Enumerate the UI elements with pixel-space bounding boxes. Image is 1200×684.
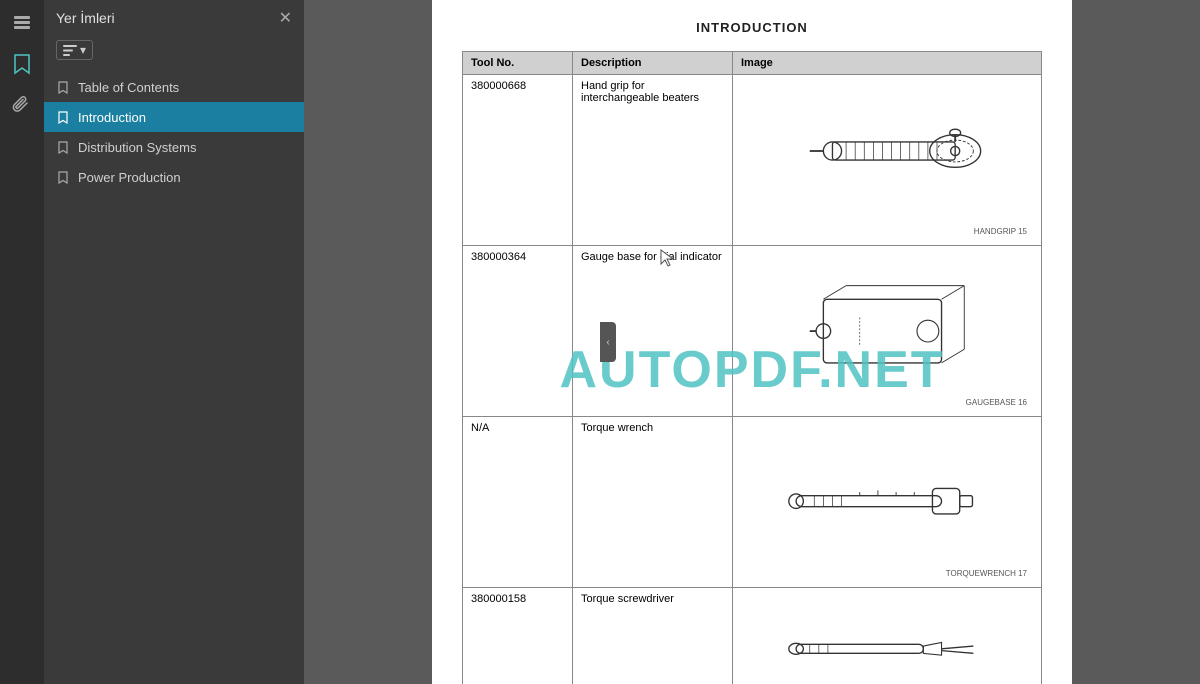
bookmark-intro-icon [56,109,70,125]
bookmark-power-icon [56,169,70,185]
left-toolbar [0,0,44,684]
bookmarks-list: Table of Contents Introduction Distribut… [44,68,304,196]
tool-image-handgrip: HANDGRIP 15 [741,80,1033,240]
image-label-gaugebase: GAUGEBASE 16 [966,398,1027,407]
tool-no-cell: 380000364 [463,246,573,417]
bookmark-toc-label: Table of Contents [78,80,179,95]
col-header-tool-no: Tool No. [463,52,573,75]
image-cell: TORQUEWRENCH 17 [733,417,1042,588]
bookmark-intro-label: Introduction [78,110,146,125]
bookmark-power-label: Power Production [78,170,181,185]
tools-table: Tool No. Description Image 380000668 Han… [462,51,1042,684]
tool-no-cell: 380000668 [463,75,573,246]
tool-image-torquescrewdriver [741,593,1033,684]
col-header-image: Image [733,52,1042,75]
attachment-icon[interactable] [10,94,34,118]
tool-image-gaugebase: GAUGEBASE 16 [741,251,1033,411]
image-cell [733,588,1042,684]
bookmark-panel-icon[interactable] [10,52,34,76]
bookmark-dist-icon [56,139,70,155]
main-content-area: ‹ INTRODUCTION Tool No. Description Imag… [304,0,1200,684]
table-row: N/A Torque wrench [463,417,1042,588]
bookmark-distribution-label: Distribution Systems [78,140,196,155]
layers-icon[interactable] [10,10,34,34]
tool-no-cell: N/A [463,417,573,588]
tool-image-torquewrench: TORQUEWRENCH 17 [741,422,1033,582]
bookmark-item-power[interactable]: Power Production [44,162,304,192]
image-cell: HANDGRIP 15 [733,75,1042,246]
bookmarks-close-button[interactable]: ✕ [279,8,292,28]
panel-collapse-button[interactable]: ‹ [600,322,616,362]
image-label-handgrip: HANDGRIP 15 [974,227,1027,236]
col-header-description: Description [573,52,733,75]
bookmark-item-distribution[interactable]: Distribution Systems [44,132,304,162]
image-label-torquewrench: TORQUEWRENCH 17 [946,569,1027,578]
bookmark-item-introduction[interactable]: Introduction [44,102,304,132]
description-cell: Torque wrench [573,417,733,588]
description-cell: Torque screwdriver [573,588,733,684]
table-row: 380000668 Hand grip for interchangeable … [463,75,1042,246]
table-row: 380000364 Gauge base for dial indicator [463,246,1042,417]
bookmarks-panel: Yer İmleri ✕ ▾ Table of Contents [44,0,304,684]
bookmark-item-toc[interactable]: Table of Contents [44,72,304,102]
pdf-page: INTRODUCTION Tool No. Description Image … [432,0,1072,684]
image-cell: GAUGEBASE 16 [733,246,1042,417]
bookmarks-toolbar: ▾ [44,36,304,68]
table-row: 380000158 Torque screwdriver [463,588,1042,684]
description-cell: Gauge base for dial indicator [573,246,733,417]
description-cell: Hand grip for interchangeable beaters [573,75,733,246]
bookmarks-header: Yer İmleri ✕ [44,0,304,36]
tool-no-cell: 380000158 [463,588,573,684]
bookmarks-sort-button[interactable]: ▾ [56,40,93,60]
sort-dropdown-arrow: ▾ [80,43,86,57]
bookmarks-panel-title: Yer İmleri [56,10,115,26]
page-title: INTRODUCTION [462,20,1042,35]
bookmark-toc-icon [56,79,70,95]
